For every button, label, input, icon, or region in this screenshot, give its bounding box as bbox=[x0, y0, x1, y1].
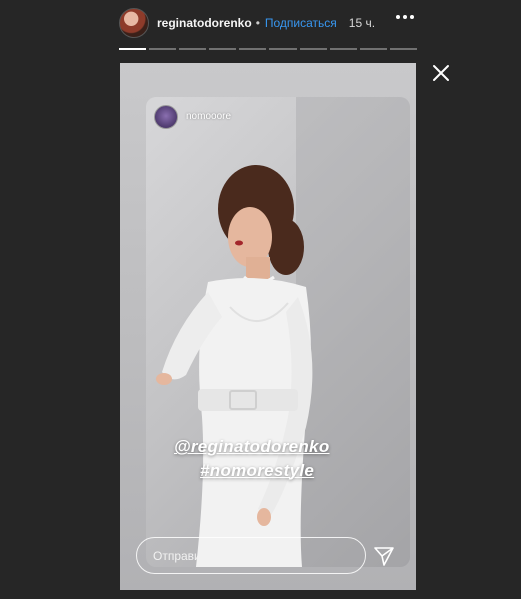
mention-sticker[interactable]: @reginatodorenko bbox=[174, 437, 330, 457]
username-link[interactable]: reginatodorenko bbox=[157, 16, 252, 30]
avatar[interactable] bbox=[119, 8, 149, 38]
reposted-story-frame: nomooore @reginatodorenko #nomorestyle bbox=[146, 97, 410, 567]
progress-segment bbox=[179, 48, 207, 50]
reply-input[interactable] bbox=[153, 548, 349, 563]
progress-segment bbox=[269, 48, 297, 50]
progress-segment bbox=[239, 48, 267, 50]
progress-segment bbox=[359, 48, 387, 50]
progress-segment-fill bbox=[119, 48, 147, 50]
progress-segment bbox=[389, 48, 417, 50]
story-media[interactable]: nomooore @reginatodorenko #nomorestyle bbox=[120, 63, 416, 590]
separator-dot: • bbox=[255, 16, 260, 30]
story-photo bbox=[156, 97, 410, 567]
timestamp: 15 ч. bbox=[348, 16, 376, 30]
close-icon[interactable] bbox=[431, 63, 451, 83]
progress-segment bbox=[209, 48, 237, 50]
hashtag-sticker[interactable]: #nomorestyle bbox=[200, 461, 314, 481]
story-progress-bar bbox=[119, 48, 417, 50]
progress-segment bbox=[299, 48, 327, 50]
reposted-avatar bbox=[154, 105, 178, 129]
progress-segment bbox=[149, 48, 177, 50]
send-icon[interactable] bbox=[372, 544, 396, 568]
progress-segment bbox=[329, 48, 357, 50]
reply-field[interactable] bbox=[136, 537, 366, 574]
progress-segment bbox=[119, 48, 147, 50]
story-header: reginatodorenko • Подписаться 15 ч. bbox=[119, 8, 419, 38]
reposted-username: nomooore bbox=[186, 111, 232, 122]
follow-button[interactable]: Подписаться bbox=[265, 16, 337, 30]
more-options-icon[interactable] bbox=[396, 15, 414, 19]
